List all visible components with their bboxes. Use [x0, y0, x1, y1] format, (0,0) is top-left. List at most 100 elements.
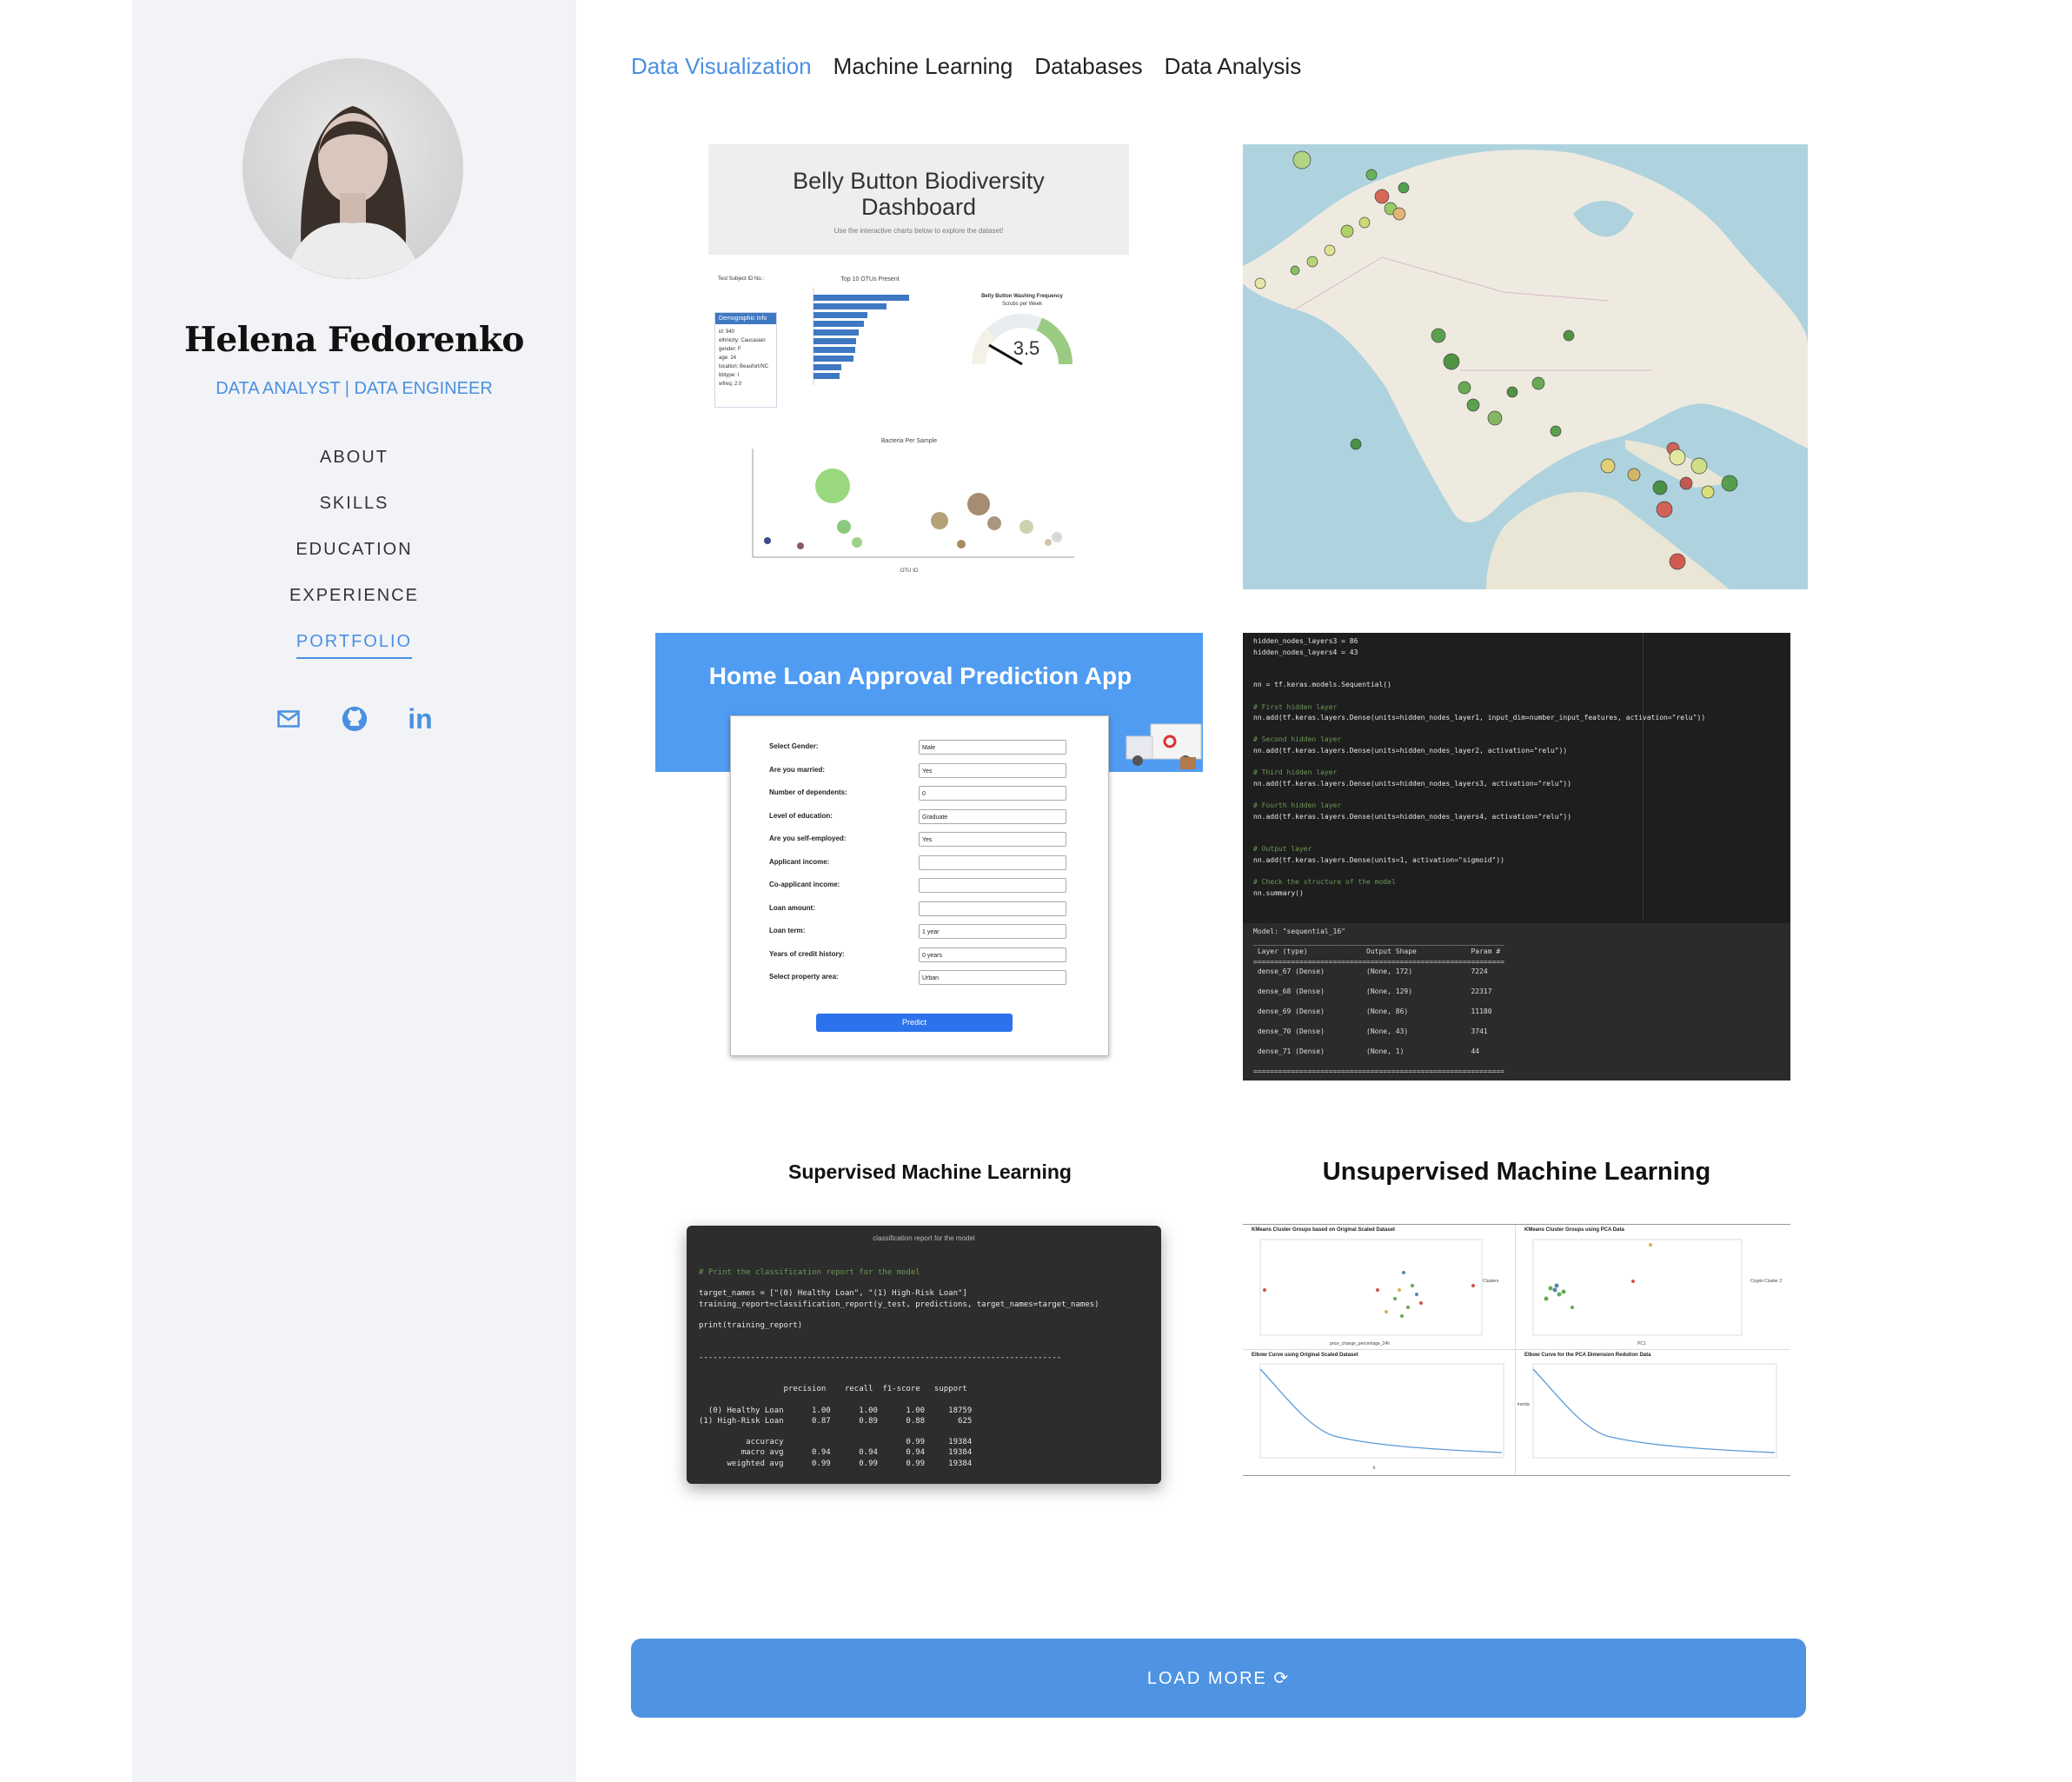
- earthquake-map: [1243, 144, 1808, 589]
- axis-label: PC1: [1637, 1341, 1646, 1346]
- demographic-panel: Demographic Info id: 940 ethnicity: Cauca…: [714, 312, 777, 408]
- delivery-truck-icon: [1126, 723, 1202, 769]
- nav-item-skills[interactable]: SKILLS: [132, 494, 576, 540]
- loan-form-fields: Select Gender: Male Are you married: Yes Num…: [769, 740, 1073, 994]
- project-card-earthquake-map[interactable]: [1243, 144, 1808, 589]
- dashboard-title: Belly Button Biodiversity Dashboard: [793, 168, 1045, 220]
- linkedin-label: in: [408, 702, 433, 735]
- code-line: print(training_report): [699, 1321, 803, 1331]
- panel-title: Elbow Curve using Original Scaled Datase…: [1252, 1353, 1358, 1358]
- nav-item-education[interactable]: EDUCATION: [132, 540, 576, 586]
- avatar: [242, 58, 463, 279]
- form-input[interactable]: 1 year: [919, 924, 1066, 939]
- form-row: Select property area: Urban: [769, 970, 1073, 994]
- elbow-curve-original: [1259, 1363, 1504, 1459]
- form-row: Loan term: 1 year: [769, 924, 1073, 948]
- project-card-neural-network[interactable]: hidden_nodes_layers3 = 86 hidden_nodes_la…: [1243, 633, 1790, 1081]
- project-card-belly-button[interactable]: Belly Button Biodiversity Dashboard Use …: [631, 144, 1205, 589]
- axis-label: price_change_percentage_24h: [1330, 1341, 1390, 1346]
- code-line: # Second hidden layer: [1253, 735, 1342, 744]
- form-input[interactable]: Yes: [919, 832, 1066, 847]
- legend-title: Crypto Cluster 2: [1750, 1279, 1783, 1284]
- test-subject-label: Test Subject ID No.:: [718, 276, 765, 282]
- supervised-title: Supervised Machine Learning: [788, 1160, 1072, 1183]
- code-line: nn = tf.keras.models.Sequential(): [1253, 681, 1391, 689]
- demographic-lines: id: 940 ethnicity: Caucasian gender: F age:…: [715, 324, 776, 392]
- nav-item-label: EDUCATION: [296, 540, 413, 559]
- bubble-chart: [752, 449, 1074, 558]
- nav-item-label: ABOUT: [320, 448, 388, 467]
- code-line: macro avg 0.94 0.94 0.94 19384: [699, 1448, 973, 1458]
- form-row: Loan amount:: [769, 901, 1073, 925]
- legend-title: Clusters: [1483, 1279, 1499, 1284]
- nav-item-about[interactable]: ABOUT: [132, 448, 576, 494]
- form-input[interactable]: Graduate: [919, 808, 1066, 824]
- form-input[interactable]: [919, 854, 1066, 870]
- form-label: Years of credit history:: [769, 949, 845, 958]
- nav-item-experience[interactable]: EXPERIENCE: [132, 586, 576, 632]
- demographic-line: location: Beaufort/NC: [719, 364, 769, 369]
- code-line: nn.add(tf.keras.layers.Dense(units=1, ac…: [1253, 855, 1504, 864]
- predict-button[interactable]: Predict: [816, 1014, 1013, 1032]
- form-row: Co-applicant income:: [769, 878, 1073, 901]
- form-input[interactable]: [919, 878, 1066, 893]
- gauge-title: Belly Button Washing Frequency: [981, 294, 1063, 299]
- code-line: nn.add(tf.keras.layers.Dense(units=hidde…: [1253, 779, 1572, 788]
- code-line: accuracy 0.99 19384: [699, 1438, 973, 1447]
- load-more-button[interactable]: LOAD MORE ⟳: [631, 1639, 1806, 1718]
- project-card-unsupervised[interactable]: KMeans Cluster Groups based on Original …: [1243, 1224, 1790, 1476]
- social-links: in: [132, 702, 576, 735]
- profile-role: DATA ANALYST | DATA ENGINEER: [216, 379, 493, 398]
- form-label: Co-applicant income:: [769, 881, 840, 888]
- tab-machine-learning[interactable]: Machine Learning: [833, 53, 1013, 80]
- dashboard-header: Belly Button Biodiversity Dashboard Use …: [708, 144, 1129, 255]
- form-label: Select Gender:: [769, 742, 819, 750]
- project-card-supervised[interactable]: classification report for the model # Pr…: [687, 1226, 1161, 1484]
- form-row: Level of education: Graduate: [769, 808, 1073, 833]
- form-input[interactable]: Urban: [919, 970, 1066, 985]
- code-line: weighted avg 0.99 0.99 0.99 19384: [699, 1459, 973, 1468]
- unsupervised-title: Unsupervised Machine Learning: [1322, 1158, 1711, 1186]
- code-line: training_report=classification_report(y_…: [699, 1300, 1099, 1309]
- code-line: nn.summary(): [1253, 888, 1304, 897]
- tab-databases[interactable]: Databases: [1034, 53, 1142, 80]
- demographic-header: Demographic Info: [715, 313, 776, 324]
- form-row: Are you married: Yes: [769, 762, 1073, 787]
- github-icon[interactable]: [342, 704, 368, 734]
- form-row: Applicant income:: [769, 854, 1073, 879]
- profile-photo: [286, 106, 421, 279]
- linkedin-icon[interactable]: in: [408, 702, 434, 735]
- form-input[interactable]: 0: [919, 786, 1066, 801]
- code-line: (1) High-Risk Loan 0.87 0.89 0.88 625: [699, 1416, 973, 1426]
- code-line: ________________________________________…: [1253, 937, 1504, 946]
- mail-icon[interactable]: [276, 704, 302, 734]
- code-line: dense_67 (Dense) (None, 172) 7224: [1253, 967, 1488, 975]
- code-line: ----------------------------------------…: [699, 1353, 1062, 1362]
- form-label: Select property area:: [769, 973, 839, 981]
- axis-label: inertia: [1517, 1402, 1530, 1407]
- bubble-x-label: OTU ID: [900, 569, 919, 574]
- tab-data-visualization[interactable]: Data Visualization: [631, 53, 812, 80]
- code-line: hidden_nodes_layers3 = 86: [1253, 637, 1358, 645]
- form-input[interactable]: [919, 901, 1066, 916]
- form-row: Number of dependents: 0: [769, 786, 1073, 809]
- nav-item-portfolio[interactable]: PORTFOLIO: [132, 632, 576, 678]
- form-input[interactable]: 0 years: [919, 947, 1066, 962]
- form-input[interactable]: Yes: [919, 762, 1066, 778]
- project-card-loan-app[interactable]: Home Loan Approval Prediction App Select…: [655, 633, 1203, 1063]
- code-line: dense_69 (Dense) (None, 86) 11180: [1253, 1007, 1492, 1015]
- scatter-kmeans-pca: [1532, 1239, 1743, 1336]
- tab-data-analysis[interactable]: Data Analysis: [1165, 53, 1302, 80]
- form-input[interactable]: Male: [919, 740, 1066, 755]
- code-line: # Output layer: [1253, 845, 1312, 854]
- demographic-line: age: 24: [719, 356, 737, 361]
